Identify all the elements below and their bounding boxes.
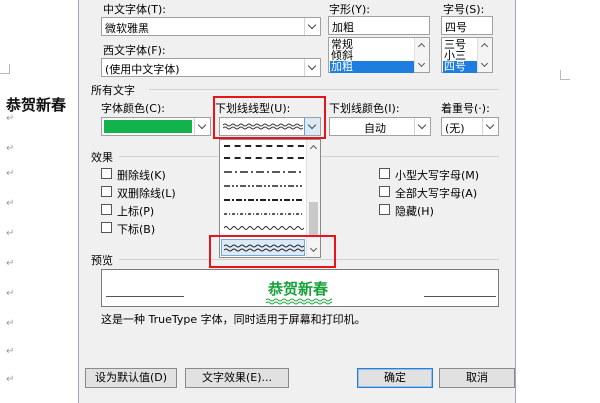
paragraph-mark: ↵ <box>6 228 15 239</box>
small-caps-label: 小型大写字母(M) <box>395 169 480 182</box>
checkbox-box[interactable] <box>379 204 390 215</box>
paragraph-mark: ↵ <box>6 198 15 209</box>
font-style-value: 加粗 <box>332 21 354 34</box>
page-corner-mark-right <box>560 70 570 80</box>
font-color-swatch <box>104 120 192 133</box>
paragraph-mark: ↵ <box>6 318 15 329</box>
checkbox-box[interactable] <box>101 204 112 215</box>
underline-color-label: 下划线颜色(I): <box>329 102 400 115</box>
scrollbar-thumb[interactable] <box>309 202 318 236</box>
double-strikethrough-label: 双删除线(L) <box>117 187 176 200</box>
font-style-list[interactable]: 常规 倾斜 加粗 <box>328 37 430 73</box>
emphasis-value: (无) <box>445 122 465 135</box>
underline-option-long-dash[interactable] <box>224 145 304 147</box>
chevron-down-icon[interactable] <box>482 118 498 135</box>
double-strikethrough-checkbox[interactable]: 双删除线(L) <box>101 185 211 200</box>
font-size-input[interactable]: 四号 <box>441 16 493 35</box>
set-default-button[interactable]: 设为默认值(D) <box>85 368 177 388</box>
underline-color-combo[interactable]: 自动 <box>329 117 431 136</box>
font-size-label: 字号(S): <box>443 3 485 16</box>
chevron-up-icon[interactable] <box>415 39 429 51</box>
all-caps-checkbox[interactable]: 全部大写字母(A) <box>379 185 499 200</box>
chevron-up-icon[interactable] <box>307 141 321 153</box>
text-effects-button[interactable]: 文字效果(E)... <box>185 368 289 388</box>
preview-wavy-underline <box>266 298 332 305</box>
highlight-underline-type <box>213 96 326 139</box>
paragraph-mark: ↵ <box>6 374 15 385</box>
highlight-double-wave-option <box>209 235 336 268</box>
chevron-down-icon[interactable] <box>478 59 492 71</box>
chevron-down-icon[interactable] <box>304 59 320 76</box>
western-font-value: (使用中文字体) <box>105 63 180 76</box>
font-style-scrollbar[interactable] <box>414 38 429 72</box>
hidden-label: 隐藏(H) <box>395 205 434 218</box>
section-divider <box>149 89 499 90</box>
font-size-scrollbar[interactable] <box>477 38 492 72</box>
western-font-combo[interactable]: (使用中文字体) <box>101 58 321 77</box>
ok-button[interactable]: 确定 <box>357 368 433 388</box>
chevron-up-icon[interactable] <box>478 39 492 51</box>
underline-option-thick-dash-dot[interactable] <box>224 197 304 203</box>
small-caps-checkbox[interactable]: 小型大写字母(M) <box>379 167 499 182</box>
western-font-label: 西文字体(F): <box>103 44 166 57</box>
chevron-down-icon[interactable] <box>414 118 430 135</box>
chevron-down-icon[interactable] <box>415 59 429 71</box>
strikethrough-checkbox[interactable]: 删除线(K) <box>101 167 211 182</box>
superscript-label: 上标(P) <box>117 205 155 218</box>
subscript-label: 下标(B) <box>117 223 156 236</box>
font-size-value: 四号 <box>445 21 467 34</box>
paragraph-mark: ↵ <box>6 288 15 299</box>
paragraph-mark: ↵ <box>6 143 15 154</box>
all-text-section-title: 所有文字 <box>91 84 135 97</box>
preview-baseline-right <box>424 296 496 297</box>
preview-pane: 恭贺新春 <box>101 269 499 307</box>
preview-section-title: 预览 <box>91 254 113 267</box>
checkbox-box[interactable] <box>101 222 112 233</box>
page-corner-mark-left <box>0 64 10 74</box>
underline-option-dash-dot-dot[interactable] <box>224 183 304 189</box>
underline-color-value: 自动 <box>364 122 386 135</box>
font-color-label: 字体颜色(C): <box>101 102 165 115</box>
document-title-text: 恭贺新春 <box>6 96 67 114</box>
preview-sample-text: 恭贺新春 <box>268 280 329 298</box>
all-caps-label: 全部大写字母(A) <box>395 187 478 200</box>
effects-section-title: 效果 <box>91 151 113 164</box>
superscript-checkbox[interactable]: 上标(P) <box>101 203 211 218</box>
chevron-down-icon[interactable] <box>194 118 210 135</box>
preview-description: 这是一种 TrueType 字体，同时适用于屏幕和打印机。 <box>101 313 366 326</box>
font-style-option-selected[interactable]: 加粗 <box>330 61 414 73</box>
chevron-down-icon[interactable] <box>304 18 320 35</box>
underline-option-thick-dash[interactable] <box>224 157 304 159</box>
chinese-font-label: 中文字体(T): <box>103 3 167 16</box>
font-size-option-selected[interactable]: 四号 <box>443 61 477 73</box>
hidden-checkbox[interactable]: 隐藏(H) <box>379 203 499 218</box>
font-size-list[interactable]: 三号 小三 四号 <box>441 37 493 73</box>
paragraph-mark: ↵ <box>6 113 15 124</box>
emphasis-combo[interactable]: (无) <box>441 117 499 136</box>
checkbox-box[interactable] <box>379 186 390 197</box>
preview-baseline-left <box>106 296 184 297</box>
font-style-label: 字形(Y): <box>329 3 371 16</box>
paragraph-mark: ↵ <box>6 168 15 179</box>
paragraph-mark: ↵ <box>6 346 15 357</box>
chinese-font-value: 微软雅黑 <box>105 22 149 35</box>
underline-option-dash-dot[interactable] <box>224 169 304 175</box>
subscript-checkbox[interactable]: 下标(B) <box>101 221 211 236</box>
chinese-font-combo[interactable]: 微软雅黑 <box>101 17 321 36</box>
font-dialog: 中文字体(T): 微软雅黑 西文字体(F): (使用中文字体) 字形(Y): 加… <box>78 0 516 403</box>
underline-option-double-dash-dot[interactable] <box>224 211 304 217</box>
strikethrough-label: 删除线(K) <box>117 169 166 182</box>
checkbox-box[interactable] <box>101 168 112 179</box>
paragraph-mark: ↵ <box>6 258 15 269</box>
checkbox-box[interactable] <box>379 168 390 179</box>
emphasis-label: 着重号(·): <box>441 102 490 115</box>
font-color-picker[interactable] <box>101 117 211 136</box>
cancel-button[interactable]: 取消 <box>439 368 515 388</box>
underline-option-wave[interactable] <box>224 224 304 232</box>
checkbox-box[interactable] <box>101 186 112 197</box>
font-style-input[interactable]: 加粗 <box>328 16 430 35</box>
